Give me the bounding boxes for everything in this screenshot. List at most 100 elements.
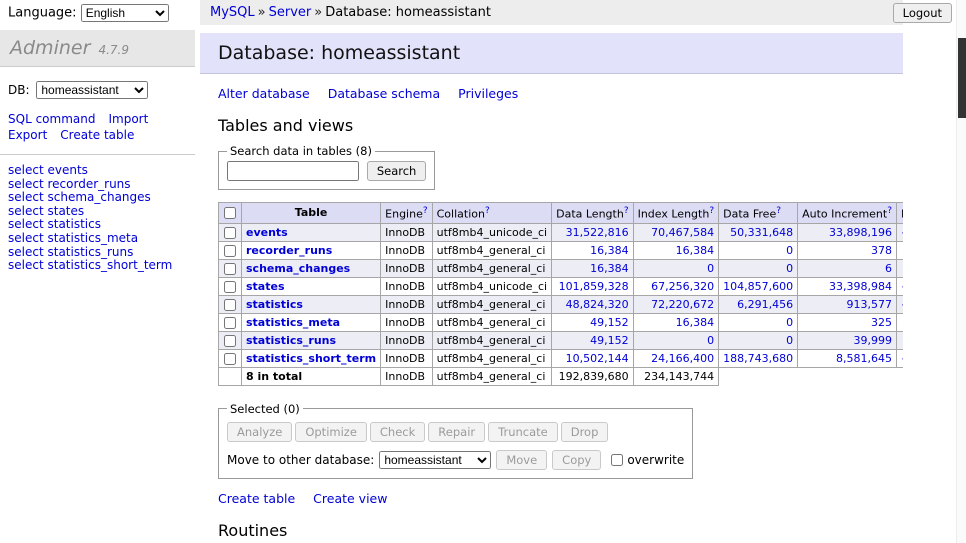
drop-button[interactable]: Drop <box>561 422 609 442</box>
truncate-button[interactable]: Truncate <box>488 422 558 442</box>
db-select[interactable]: homeassistant <box>36 81 148 99</box>
index-length-link[interactable]: 16,384 <box>676 316 715 329</box>
table-link[interactable]: schema_changes <box>47 190 150 204</box>
table-name-link[interactable]: statistics_meta <box>246 316 340 329</box>
auto-increment-link[interactable]: 325 <box>871 316 892 329</box>
move-button[interactable]: Move <box>496 450 547 470</box>
rows-link[interactable]: ~ 312,180 <box>901 226 903 239</box>
alter-database-link[interactable]: Alter database <box>218 86 310 101</box>
auto-increment-link[interactable]: 39,999 <box>854 334 893 347</box>
table-link[interactable]: recorder_runs <box>47 177 130 191</box>
create-table-link[interactable]: Create table <box>218 491 295 506</box>
table-link[interactable]: statistics_meta <box>47 231 138 245</box>
data-length-link[interactable]: 101,859,328 <box>559 280 629 293</box>
table-name-link[interactable]: statistics <box>246 298 303 311</box>
index-length-link[interactable]: 0 <box>707 334 714 347</box>
rows-link[interactable]: ~ 569,159 <box>901 298 903 311</box>
index-length-link[interactable]: 24,166,400 <box>651 352 714 365</box>
analyze-button[interactable]: Analyze <box>227 422 292 442</box>
breadcrumb-server-link[interactable]: Server <box>269 5 312 20</box>
auto-increment-link[interactable]: 913,577 <box>847 298 893 311</box>
data-free-link[interactable]: 188,743,680 <box>723 352 793 365</box>
help-link[interactable]: ? <box>776 206 781 216</box>
data-length-link[interactable]: 16,384 <box>590 262 629 275</box>
data-length-link[interactable]: 16,384 <box>590 244 629 257</box>
copy-button[interactable]: Copy <box>552 450 601 470</box>
index-length-link[interactable]: 16,384 <box>676 244 715 257</box>
select-link[interactable]: select <box>8 163 44 177</box>
privileges-link[interactable]: Privileges <box>458 86 518 101</box>
auto-increment-link[interactable]: 378 <box>871 244 892 257</box>
select-link[interactable]: select <box>8 217 44 231</box>
create-view-link[interactable]: Create view <box>313 491 387 506</box>
rows-link[interactable]: ~ 299,833 <box>901 280 903 293</box>
table-link[interactable]: statistics_runs <box>47 245 133 259</box>
optimize-button[interactable]: Optimize <box>295 422 367 442</box>
data-free-link[interactable]: 104,857,600 <box>723 280 793 293</box>
help-link[interactable]: ? <box>485 206 490 216</box>
data-length-link[interactable]: 49,152 <box>590 316 629 329</box>
rows-link[interactable]: ~ 136,108 <box>901 352 903 365</box>
data-free-link[interactable]: 0 <box>786 244 793 257</box>
scrollbar-thumb[interactable] <box>958 38 966 118</box>
table-name-link[interactable]: schema_changes <box>246 262 350 275</box>
adminer-logo-link[interactable]: Adminer <box>10 37 90 59</box>
data-free-link[interactable]: 0 <box>786 334 793 347</box>
breadcrumb-mysql-link[interactable]: MySQL <box>210 5 255 20</box>
select-link[interactable]: select <box>8 231 44 245</box>
data-length-link[interactable]: 48,824,320 <box>566 298 629 311</box>
row-checkbox[interactable] <box>224 299 236 311</box>
logout-button[interactable]: Logout <box>893 3 952 23</box>
index-length-link[interactable]: 67,256,320 <box>651 280 714 293</box>
help-link[interactable]: ? <box>887 206 892 216</box>
data-length-link[interactable]: 31,522,816 <box>566 226 629 239</box>
table-name-link[interactable]: statistics_short_term <box>246 352 376 365</box>
help-link[interactable]: ? <box>709 206 714 216</box>
data-free-link[interactable]: 50,331,648 <box>730 226 793 239</box>
data-length-link[interactable]: 10,502,144 <box>566 352 629 365</box>
index-length-link[interactable]: 72,220,672 <box>651 298 714 311</box>
table-name-link[interactable]: events <box>246 226 288 239</box>
table-name-link[interactable]: statistics_runs <box>246 334 336 347</box>
move-db-select[interactable]: homeassistant <box>379 451 491 469</box>
select-link[interactable]: select <box>8 258 44 272</box>
search-input[interactable] <box>227 161 359 181</box>
help-link[interactable]: ? <box>624 206 629 216</box>
auto-increment-link[interactable]: 33,398,984 <box>829 280 892 293</box>
row-checkbox[interactable] <box>224 317 236 329</box>
scrollbar[interactable] <box>956 0 966 543</box>
auto-increment-link[interactable]: 33,898,196 <box>829 226 892 239</box>
overwrite-checkbox[interactable] <box>611 454 623 466</box>
create-table-sidebar-link[interactable]: Create table <box>60 128 134 142</box>
table-name-link[interactable]: states <box>246 280 285 293</box>
select-link[interactable]: select <box>8 245 44 259</box>
index-length-link[interactable]: 0 <box>707 262 714 275</box>
search-button[interactable]: Search <box>367 161 427 181</box>
check-button[interactable]: Check <box>370 422 425 442</box>
row-checkbox[interactable] <box>224 335 236 347</box>
import-link[interactable]: Import <box>108 112 148 126</box>
database-schema-link[interactable]: Database schema <box>328 86 440 101</box>
row-checkbox[interactable] <box>224 263 236 275</box>
export-link[interactable]: Export <box>8 128 47 142</box>
table-link[interactable]: statistics_short_term <box>47 258 172 272</box>
select-link[interactable]: select <box>8 204 44 218</box>
table-link[interactable]: statistics <box>47 217 101 231</box>
data-free-link[interactable]: 6,291,456 <box>737 298 793 311</box>
select-all-checkbox[interactable] <box>224 207 236 219</box>
table-link[interactable]: states <box>47 204 84 218</box>
auto-increment-link[interactable]: 6 <box>885 262 892 275</box>
select-link[interactable]: select <box>8 177 44 191</box>
row-checkbox[interactable] <box>224 227 236 239</box>
language-select[interactable]: English <box>81 4 169 22</box>
auto-increment-link[interactable]: 8,581,645 <box>836 352 892 365</box>
sql-command-link[interactable]: SQL command <box>8 112 95 126</box>
row-checkbox[interactable] <box>224 281 236 293</box>
data-free-link[interactable]: 0 <box>786 262 793 275</box>
help-link[interactable]: ? <box>423 206 428 216</box>
table-name-link[interactable]: recorder_runs <box>246 244 332 257</box>
data-length-link[interactable]: 49,152 <box>590 334 629 347</box>
select-link[interactable]: select <box>8 190 44 204</box>
data-free-link[interactable]: 0 <box>786 316 793 329</box>
repair-button[interactable]: Repair <box>428 422 485 442</box>
